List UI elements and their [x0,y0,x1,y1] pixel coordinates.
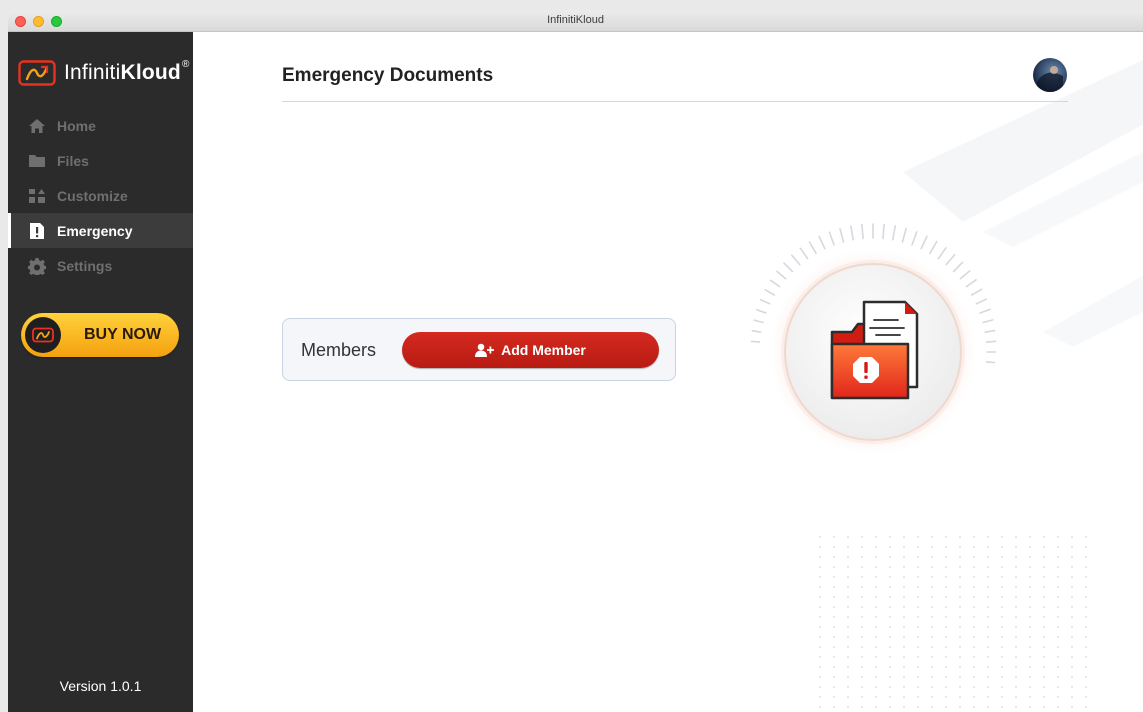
decorative-tick [839,227,845,243]
folder-icon [28,152,46,170]
decorative-tick [753,319,764,324]
main-content: Emergency Documents Members Add Member [193,32,1143,712]
members-label: Members [301,340,377,360]
emergency-icon [28,222,46,240]
brand-logo: InfinitiKloud® [18,56,190,90]
decorative-tick [979,308,991,314]
infinitikloud-logo-icon [18,60,56,86]
decorative-tick [920,235,928,250]
decorative-tick [891,225,897,241]
decorative-tick [769,279,781,288]
decorative-tick [970,288,983,296]
header-divider [282,101,1068,102]
sidebar-item-emergency[interactable]: Emergency [8,213,193,248]
emergency-folder-illustration [750,223,997,455]
decorative-tick [975,298,988,305]
decorative-tick [799,247,809,260]
sidebar-item-label: Home [57,117,96,134]
add-member-label: Add Member [501,342,586,358]
buy-now-label: BUY NOW [84,326,162,343]
sidebar-item-label: Settings [57,257,113,274]
sidebar-item-settings[interactable]: Settings [8,248,193,283]
page-title: Emergency Documents [282,65,494,86]
decorative-tick [945,253,956,266]
sidebar-item-label: Emergency [57,222,133,239]
decorative-tick [808,241,817,255]
avatar[interactable] [1033,58,1067,92]
members-card: Members Add Member [282,318,676,381]
app-window: InfinitiKloud InfinitiKloud® Home Files … [8,10,1143,712]
decorative-tick [764,288,776,296]
decorative-tick [882,223,885,240]
add-member-button[interactable]: Add Member [402,332,659,368]
decorative-tick [929,240,938,255]
customize-icon [28,187,46,205]
decorative-tick [791,254,801,266]
decorative-tick [952,261,964,273]
version-label: Version 1.0.1 [59,678,142,694]
add-user-icon [475,343,495,357]
sidebar: InfinitiKloud® Home Files Customize Emer… [8,32,193,712]
decorative-tick [751,329,762,334]
dot-pattern-decoration [813,532,1093,712]
home-icon [28,117,46,135]
decorative-tick [776,270,787,280]
decorative-tick [984,329,996,334]
window-title: InfinitiKloud [547,14,604,26]
sidebar-item-label: Customize [57,187,128,204]
decorative-tick [750,340,761,343]
decorative-tick [965,279,977,288]
decorative-tick [937,247,947,260]
buy-now-button[interactable]: BUY NOW [21,313,179,357]
decorative-tick [759,298,771,305]
decorative-tick [861,223,864,240]
sidebar-item-customize[interactable]: Customize [8,178,193,213]
decorative-tick [959,270,971,280]
decorative-tick [985,340,997,343]
decorative-tick [982,319,994,324]
brand-badge-icon [25,317,61,353]
sidebar-item-home[interactable]: Home [8,108,193,143]
sidebar-item-label: Files [57,152,89,169]
decorative-tick [850,225,855,241]
decorative-tick [985,361,996,364]
decorative-tick [911,231,918,246]
sidebar-item-files[interactable]: Files [8,143,193,178]
brand-name: InfinitiKloud® [64,59,190,84]
decorative-tick [818,235,826,250]
decorative-tick [783,262,794,273]
decorative-tick [901,227,907,243]
sidebar-nav: Home Files Customize Emergency Settings [8,108,193,283]
decorative-tick [756,308,767,314]
gear-icon [28,257,46,275]
title-bar: InfinitiKloud [8,10,1143,32]
decorative-tick [828,231,835,246]
